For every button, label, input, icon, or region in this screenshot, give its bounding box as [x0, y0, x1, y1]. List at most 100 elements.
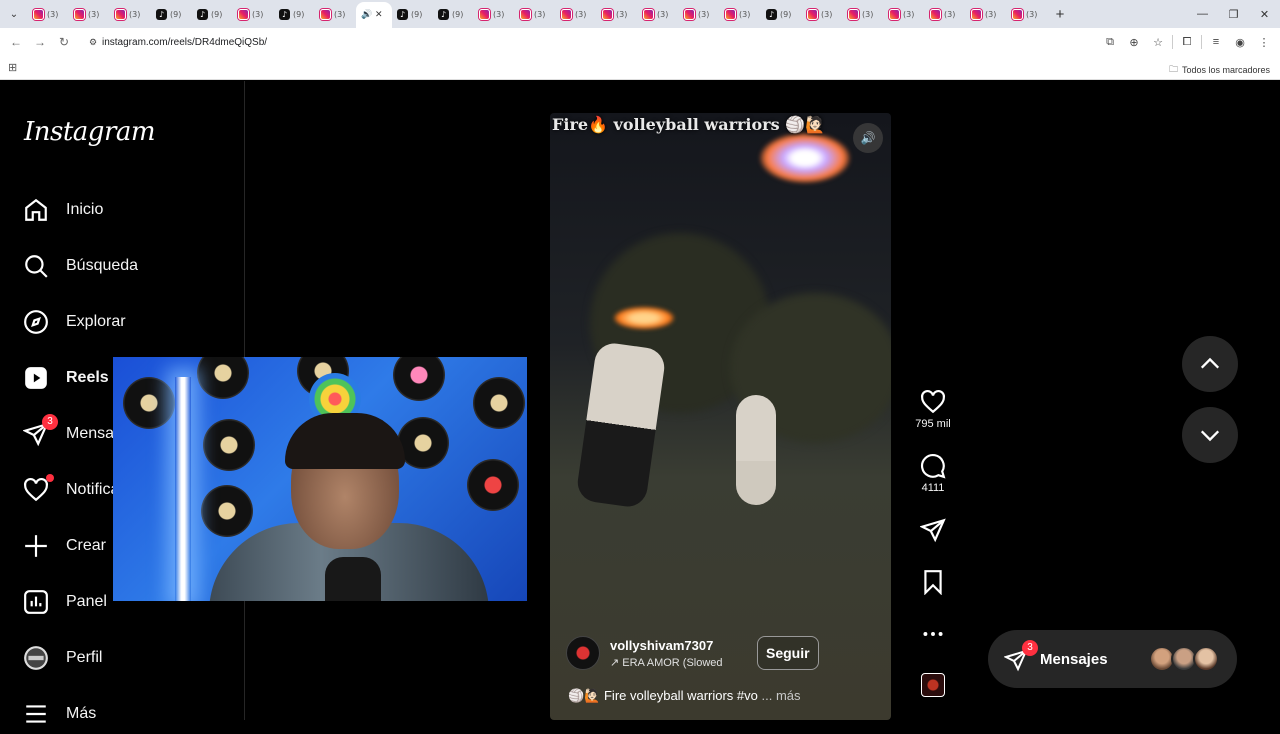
tab[interactable]: (3)	[515, 3, 556, 25]
tab-active[interactable]: 🔊 ✕	[356, 2, 392, 28]
audio-track[interactable]: ↗ ERA AMOR (Slowed	[610, 656, 723, 669]
messages-pill[interactable]: 3 Mensajes	[988, 630, 1237, 688]
heart-icon	[22, 474, 54, 504]
sidebar-item-profile[interactable]: Perfil	[22, 638, 102, 678]
comment-button[interactable]: 4111	[911, 453, 955, 494]
tab[interactable]: (3)	[474, 3, 515, 25]
sidebar-item-label: Mensaj	[66, 425, 118, 442]
tab[interactable]: (3)	[925, 3, 966, 25]
author-username[interactable]: vollyshivam7307	[610, 638, 723, 653]
search-icon	[22, 252, 50, 280]
sidebar-item-label: Explorar	[66, 313, 126, 330]
messenger-icon: 3	[22, 414, 58, 448]
site-info-icon[interactable]: ⚙	[84, 37, 102, 48]
tabs: (3) (3) (3) ♪ (9) ♪ (9) (3) ♪ (9) (3) 🔊 ✕ ♪(…	[28, 0, 1072, 28]
tiktok-icon: ♪	[397, 8, 408, 20]
sidebar-item-label: Panel	[66, 593, 107, 610]
tab[interactable]: (3)	[638, 3, 679, 25]
sidebar-item-label: Búsqueda	[66, 257, 139, 274]
more-link[interactable]: ... más	[762, 688, 801, 703]
tab[interactable]: (3)	[315, 3, 356, 25]
all-bookmarks-button[interactable]: 🗀 Todos los marcadores	[1169, 62, 1270, 78]
plus-icon	[22, 532, 50, 560]
tab[interactable]: (3)	[110, 3, 151, 25]
tab[interactable]: (3)	[69, 3, 110, 25]
restore-button[interactable]: ❐	[1218, 0, 1249, 28]
instagram-logo[interactable]: Instagram	[24, 117, 156, 147]
tiktok-icon: ♪	[438, 8, 449, 20]
tab-search-dropdown[interactable]: ⌄	[0, 0, 28, 28]
tab[interactable]: ♪ (9)	[433, 3, 474, 25]
sidebar-item-search[interactable]: Búsqueda	[22, 246, 138, 286]
forward-button[interactable]: →	[28, 35, 52, 49]
tab[interactable]: (3)	[802, 3, 843, 25]
microphone	[325, 557, 381, 601]
follow-button[interactable]: Seguir	[757, 636, 819, 670]
extensions-icon[interactable]: ⧠	[1177, 36, 1197, 49]
sidebar-item-create[interactable]: Crear	[22, 526, 106, 566]
url-text[interactable]: instagram.com/reels/DR4dmeQiQSb/	[102, 37, 267, 48]
sidebar-item-reels[interactable]: Reels	[22, 358, 109, 398]
sidebar-item-notifications[interactable]: Notifica	[22, 470, 119, 510]
tab[interactable]: (3)	[233, 3, 274, 25]
minimize-button[interactable]: —	[1187, 0, 1218, 28]
window-controls: — ❐ ✕	[1187, 0, 1280, 28]
apps-grid-icon[interactable]: ⊞	[8, 61, 17, 74]
bookmark-icon	[924, 570, 942, 595]
sidebar-item-more[interactable]: Más	[22, 694, 96, 734]
audio-thumbnail[interactable]	[921, 673, 945, 697]
close-window-button[interactable]: ✕	[1249, 0, 1280, 28]
more-options-button[interactable]	[911, 621, 955, 650]
previous-reel-button[interactable]	[1182, 336, 1238, 392]
share-button[interactable]	[911, 517, 955, 546]
tab[interactable]: ♪ (9)	[151, 3, 192, 25]
omnibox[interactable]: ⚙ instagram.com/reels/DR4dmeQiQSb/	[80, 31, 1085, 53]
menu-icon	[22, 700, 50, 728]
browser-menu-icon[interactable]: ⋮	[1254, 36, 1274, 49]
tiktok-icon: ♪	[197, 8, 208, 20]
reel-description-text: 🏐🙋🏻 Fire volleyball warriors #vo	[568, 688, 758, 703]
sidebar-item-dashboard[interactable]: Panel	[22, 582, 107, 622]
instagram-icon	[320, 8, 331, 20]
tab[interactable]: (3)	[556, 3, 597, 25]
tab[interactable]: ♪ (9)	[192, 3, 233, 25]
bookmark-star-icon[interactable]: ☆	[1148, 36, 1168, 49]
tab-label: (3)	[821, 9, 833, 19]
tab[interactable]: (3)	[884, 3, 925, 25]
tab[interactable]: (3)	[679, 3, 720, 25]
reel-video[interactable]: Fire🔥 volleyball warriors 🏐🙋🏻 🔊 vollyshi…	[550, 113, 891, 720]
sidebar-item-label: Inicio	[66, 201, 104, 218]
tab-label: (9)	[411, 9, 423, 19]
cast-icon[interactable]: ⧉	[1100, 36, 1120, 49]
instagram-icon	[602, 8, 613, 20]
close-tab-icon[interactable]: ✕	[375, 10, 383, 20]
media-control-icon[interactable]: ≡	[1206, 36, 1226, 48]
tab[interactable]: ♪ (9)	[392, 3, 433, 25]
tab[interactable]: (3)	[966, 3, 1007, 25]
profile-icon[interactable]: ◉	[1230, 36, 1250, 49]
new-tab-button[interactable]: +	[1048, 6, 1072, 23]
author-avatar[interactable]	[566, 636, 600, 670]
next-reel-button[interactable]	[1182, 407, 1238, 463]
sidebar-item-messages[interactable]: 3 Mensaj	[22, 414, 118, 454]
reload-button[interactable]: ↻	[52, 35, 76, 49]
sidebar-item-explore[interactable]: Explorar	[22, 302, 126, 342]
tab[interactable]: (3)	[28, 3, 69, 25]
reel-author: vollyshivam7307 ↗ ERA AMOR (Slowed	[566, 636, 723, 670]
tab[interactable]: (3)	[597, 3, 638, 25]
back-button[interactable]: ←	[4, 35, 28, 49]
tab[interactable]: ♪ (9)	[274, 3, 315, 25]
more-icon	[923, 632, 943, 636]
tab[interactable]: ♪ (9)	[761, 3, 802, 25]
tab[interactable]: (3)	[1007, 3, 1048, 25]
sidebar-item-home[interactable]: Inicio	[22, 190, 103, 230]
reel-description[interactable]: 🏐🙋🏻 Fire volleyball warriors #vo ... más	[568, 688, 801, 704]
save-button[interactable]	[911, 569, 955, 598]
zoom-icon[interactable]: ⊕	[1124, 36, 1144, 49]
sound-toggle-button[interactable]: 🔊	[853, 123, 883, 153]
like-button[interactable]: 795 mil	[911, 389, 955, 430]
tab-label: (3)	[47, 9, 59, 19]
tab[interactable]: (3)	[720, 3, 761, 25]
all-bookmarks-label: Todos los marcadores	[1181, 65, 1270, 75]
tab[interactable]: (3)	[843, 3, 884, 25]
